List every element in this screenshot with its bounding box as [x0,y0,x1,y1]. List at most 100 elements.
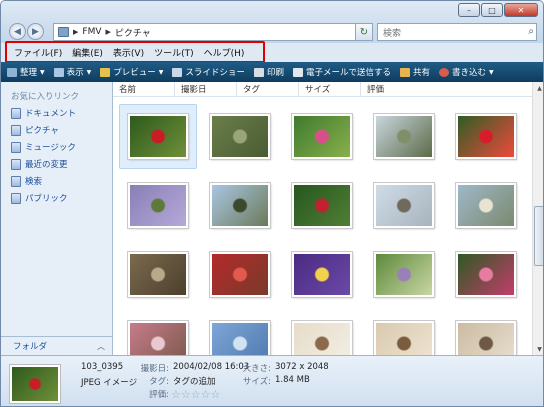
thumbnail-item[interactable] [199,309,281,355]
column-date-taken[interactable]: 撮影日 [175,82,237,97]
close-button[interactable]: ✕ [504,3,538,17]
breadcrumb-fmv[interactable]: FMV [82,27,101,37]
back-arrow-icon: ◀ [14,26,21,37]
back-button[interactable]: ◀ [9,23,26,40]
file-list: 名前 撮影日 タグ サイズ 評価 ▲ ▼ [113,82,543,355]
star-icon[interactable]: ☆ [171,388,181,401]
views-button[interactable]: 表示 ▼ [53,66,92,78]
mountain-thumbnail [210,183,270,228]
red-blossoms-thumbnail [210,252,270,297]
thumbnail-item[interactable] [363,171,445,240]
sidebar-item-search[interactable]: 検索 [11,175,76,187]
search-icon[interactable]: ⌕ [528,26,534,37]
scroll-down-icon[interactable]: ▼ [534,343,543,355]
thumbnail-item[interactable] [363,240,445,309]
email-label: 電子メールで送信する [305,68,391,78]
column-name[interactable]: 名前 [113,82,175,97]
sidebar-item-recent[interactable]: 最近の変更 [11,158,76,170]
thumbnail-item[interactable] [281,171,363,240]
folders-toggle[interactable]: フォルダ ︿ [1,336,113,355]
thumbnail-item[interactable] [119,104,197,169]
tags-label: タグ: [149,377,169,387]
scroll-up-icon[interactable]: ▲ [534,82,543,94]
thumbnail-item[interactable] [199,240,281,309]
favorite-links-list: ドキュメント ピクチャ ミュージック 最近の変更 検索 パブリック [11,107,76,204]
sidebar-item-pictures[interactable]: ピクチャ [11,124,76,136]
thumbnail-item[interactable] [363,102,445,171]
scrollbar-thumb[interactable] [534,206,543,266]
column-tags[interactable]: タグ [237,82,299,97]
views-icon [53,67,64,77]
thumbnail-item[interactable] [281,102,363,171]
bare-tree-thumbnail [374,114,434,159]
add-tag-field[interactable]: タグの追加 [173,375,216,387]
star-icon[interactable]: ☆ [211,388,221,401]
rating-stars[interactable]: ☆ ☆ ☆ ☆ ☆ [171,388,220,401]
pampas-grass-thumbnail [456,183,516,228]
thumbnail-item[interactable] [199,171,281,240]
thumbnail-item[interactable] [117,171,199,240]
selected-file-thumbnail [10,365,60,403]
thumbnail-item[interactable] [117,309,199,355]
breadcrumb-pictures[interactable]: ピクチャ [115,26,151,39]
maximize-button[interactable]: □ [481,3,503,17]
print-button[interactable]: 印刷 [253,66,284,78]
thumbnail-item[interactable] [117,240,199,309]
print-label: 印刷 [266,68,284,78]
burn-label: 書き込む [451,68,486,78]
sidebar-item-documents[interactable]: ドキュメント [11,107,76,119]
column-rating[interactable]: 評価 [361,82,423,97]
address-bar[interactable]: ▶ FMV ▶ ピクチャ ▼ [53,23,369,41]
file-size-label: サイズ: [242,377,271,387]
star-icon[interactable]: ☆ [201,388,211,401]
sidebar-item-label: パブリック [25,194,68,204]
navigation-pane: お気に入りリンク ドキュメント ピクチャ ミュージック 最近の変更 検索 パブリ… [1,82,113,355]
details-pane: 103_0395 JPEG イメージ 撮影日: 2004/02/08 16:03… [1,355,543,406]
chevron-up-icon: ︿ [97,342,105,351]
sidebar-item-music[interactable]: ミュージック [11,141,76,153]
forward-arrow-icon: ▶ [32,26,39,37]
thumbnail-item[interactable] [199,102,281,171]
minimize-button[interactable]: – [458,3,480,17]
sidebar-item-label: ドキュメント [25,109,77,119]
share-label: 共有 [412,68,430,78]
window-controls: – □ ✕ [458,3,538,17]
preview-button[interactable]: プレビュー ▼ [100,66,163,78]
breadcrumb-separator-icon: ▶ [73,28,79,36]
organize-button[interactable]: 整理 ▼ [7,66,45,78]
refresh-button[interactable]: ↻ [355,23,373,41]
red-flower-thumbnail [128,114,188,159]
forward-button[interactable]: ▶ [27,23,44,40]
blossom-closeup-thumbnail [128,321,188,355]
sidebar-item-public[interactable]: パブリック [11,192,76,204]
thumbnail-item[interactable] [445,171,527,240]
dropdown-arrow-icon: ▼ [489,68,494,76]
vertical-scrollbar[interactable]: ▲ ▼ [532,82,543,355]
star-icon[interactable]: ☆ [181,388,191,401]
kitten-thumbnail [374,321,434,355]
share-button[interactable]: 共有 [399,66,430,78]
burn-button[interactable]: 書き込む ▼ [438,66,494,78]
search-input[interactable]: 検索 ⌕ [377,23,537,41]
column-size[interactable]: サイズ [299,82,361,97]
thumbnail-item[interactable] [445,102,527,171]
thumbnail-item[interactable] [445,240,527,309]
thumbnail-grid [117,102,529,355]
pansy-thumbnail [292,252,352,297]
folders-label: フォルダ [13,342,48,352]
thumbnail-item[interactable] [363,309,445,355]
music-icon [11,141,21,153]
dropdown-arrow-icon: ▼ [86,68,92,76]
thumbnail-item[interactable] [281,309,363,355]
sky-thumbnail [210,321,270,355]
star-icon[interactable]: ☆ [191,388,201,401]
documents-icon [11,107,21,119]
email-button[interactable]: 電子メールで送信する [292,66,391,78]
slideshow-button[interactable]: スライドショー [172,66,245,78]
preview-label: プレビュー [113,68,156,78]
explorer-window: – □ ✕ ◀ ▶ ▶ FMV ▶ ピクチャ ▼ ↻ 検索 ⌕ ファイル(F) … [0,0,544,407]
thumbnail-item[interactable] [281,240,363,309]
dropdown-arrow-icon: ▼ [40,68,45,76]
burn-icon [438,67,449,77]
thumbnail-item[interactable] [445,309,527,355]
